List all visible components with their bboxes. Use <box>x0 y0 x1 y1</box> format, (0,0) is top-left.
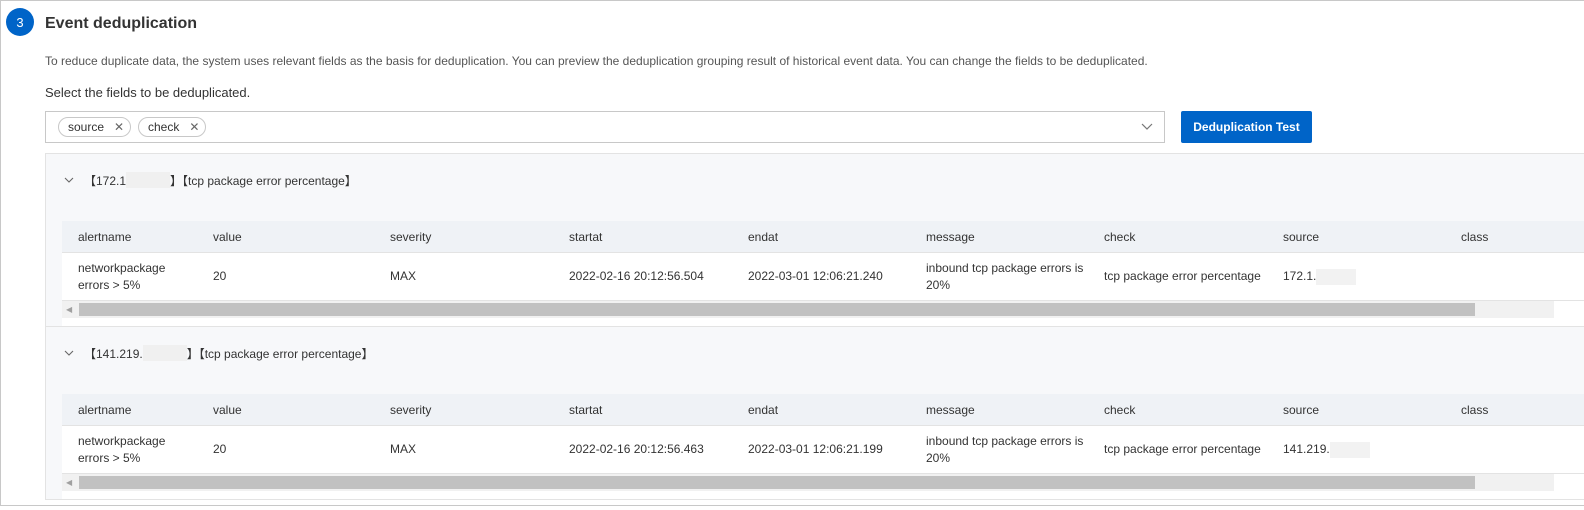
deduplication-test-button[interactable]: Deduplication Test <box>1181 111 1312 143</box>
horizontal-scrollbar[interactable]: ◀ <box>62 474 1554 491</box>
remove-tag-icon[interactable]: ✕ <box>189 120 199 134</box>
group-table: alertname value severity startat endat messag… <box>62 394 1584 499</box>
table-row: networkpackage errors > 5% 20 MAX 2022-02-1… <box>62 426 1584 474</box>
cell-startat: 2022-02-16 20:12:56.463 <box>553 441 732 458</box>
cell-source: 172.1. <box>1267 268 1445 285</box>
column-header-message: message <box>926 229 975 244</box>
group-source: 【141.219. <box>84 346 143 361</box>
cell-text: 2022-03-01 12:06:21.240 <box>748 269 883 283</box>
cell-text: MAX <box>390 269 417 283</box>
cell-alertname: networkpackage errors > 5% <box>62 260 197 294</box>
masked-ip <box>1329 441 1370 458</box>
table-row: networkpackage errors > 5% 20 MAX 2022-02-1… <box>62 253 1584 301</box>
event-deduplication-panel: 3 Event deduplication To reduce duplicat… <box>0 0 1584 506</box>
column-header-alertname: alertname <box>78 229 132 244</box>
table-header: alertname value severity startat endat messag… <box>62 221 1584 253</box>
column-header-endat: endat <box>748 402 779 417</box>
column-header-value: value <box>213 402 242 417</box>
cell-alertname: networkpackage errors > 5% <box>62 433 197 467</box>
scroll-left-icon[interactable]: ◀ <box>66 478 72 487</box>
column-header-check: check <box>1104 402 1136 417</box>
cell-text: networkpackage errors > 5% <box>78 260 166 292</box>
cell-endat: 2022-03-01 12:06:21.240 <box>732 268 910 285</box>
chevron-down-icon[interactable] <box>64 348 74 358</box>
masked-ip <box>126 172 171 188</box>
group-check: 】【tcp package error percentage】 <box>170 173 357 188</box>
cell-text: inbound tcp package errors is 20% <box>926 433 1084 465</box>
group-header[interactable]: 【172.1 】【tcp package error percentage】 <box>46 154 1584 206</box>
group-source: 【172.1 <box>84 173 127 188</box>
scrollbar-thumb[interactable] <box>79 476 1475 489</box>
column-header-value: value <box>213 229 242 244</box>
cell-check: tcp package error percentage <box>1088 441 1267 458</box>
horizontal-scrollbar[interactable]: ◀ <box>62 301 1554 318</box>
tag-label: source <box>68 120 105 134</box>
cell-text: MAX <box>390 442 417 456</box>
dedup-fields-select[interactable]: source ✕ check ✕ <box>45 111 1165 143</box>
cell-text: 141.219. <box>1283 442 1330 456</box>
step-badge: 3 <box>6 8 34 36</box>
cell-text: 20 <box>213 269 227 283</box>
masked-ip <box>1316 268 1357 285</box>
cell-endat: 2022-03-01 12:06:21.199 <box>732 441 910 458</box>
column-header-class: class <box>1461 229 1489 244</box>
column-header-severity: severity <box>390 402 432 417</box>
cell-text: 2022-03-01 12:06:21.199 <box>748 442 883 456</box>
column-header-check: check <box>1104 229 1136 244</box>
cell-text: tcp package error percentage <box>1104 269 1261 283</box>
group-table: alertname value severity startat endat messag… <box>62 221 1584 326</box>
cell-message: inbound tcp package errors is 20% <box>910 260 1088 294</box>
section-title: Event deduplication <box>45 15 198 32</box>
column-header-severity: severity <box>390 229 432 244</box>
cell-startat: 2022-02-16 20:12:56.504 <box>553 268 732 285</box>
cell-text: networkpackage errors > 5% <box>78 433 166 465</box>
group-header[interactable]: 【141.219. 】【tcp package error percentage… <box>46 327 1584 379</box>
column-header-source: source <box>1283 229 1320 244</box>
cell-value: 20 <box>197 268 374 285</box>
cell-text: tcp package error percentage <box>1104 442 1261 456</box>
tag-label: check <box>148 120 180 134</box>
cell-text: 172.1. <box>1283 269 1317 283</box>
cell-text: 2022-02-16 20:12:56.463 <box>569 442 704 456</box>
dedup-group: 【172.1 】【tcp package error percentage】 a… <box>46 154 1584 327</box>
column-header-alertname: alertname <box>78 402 132 417</box>
dedup-groups: 【172.1 】【tcp package error percentage】 a… <box>45 153 1584 500</box>
chevron-down-icon[interactable] <box>1140 119 1154 133</box>
cell-check: tcp package error percentage <box>1088 268 1267 285</box>
remove-tag-icon[interactable]: ✕ <box>114 120 124 134</box>
column-header-startat: startat <box>569 402 603 417</box>
chevron-down-icon[interactable] <box>64 175 74 185</box>
scroll-left-icon[interactable]: ◀ <box>66 305 72 314</box>
cell-value: 20 <box>197 441 374 458</box>
tag-check: check ✕ <box>138 117 207 137</box>
cell-source: 141.219. <box>1267 441 1445 458</box>
column-header-message: message <box>926 402 975 417</box>
dedup-group: 【141.219. 】【tcp package error percentage… <box>46 327 1584 500</box>
column-header-endat: endat <box>748 229 779 244</box>
column-header-class: class <box>1461 402 1489 417</box>
column-header-startat: startat <box>569 229 603 244</box>
cell-text: inbound tcp package errors is 20% <box>926 260 1084 292</box>
cell-text: 20 <box>213 442 227 456</box>
select-fields-label: Select the fields to be deduplicated. <box>45 85 251 100</box>
cell-severity: MAX <box>374 441 553 458</box>
masked-ip <box>142 345 187 361</box>
cell-severity: MAX <box>374 268 553 285</box>
tag-source: source ✕ <box>58 117 132 137</box>
cell-text: 2022-02-16 20:12:56.504 <box>569 269 704 283</box>
scrollbar-thumb[interactable] <box>79 303 1475 316</box>
group-check: 】【tcp package error percentage】 <box>186 346 374 361</box>
section-description: To reduce duplicate data, the system use… <box>45 54 1148 68</box>
cell-message: inbound tcp package errors is 20% <box>910 433 1088 467</box>
column-header-source: source <box>1283 402 1320 417</box>
table-header: alertname value severity startat endat messag… <box>62 394 1584 426</box>
